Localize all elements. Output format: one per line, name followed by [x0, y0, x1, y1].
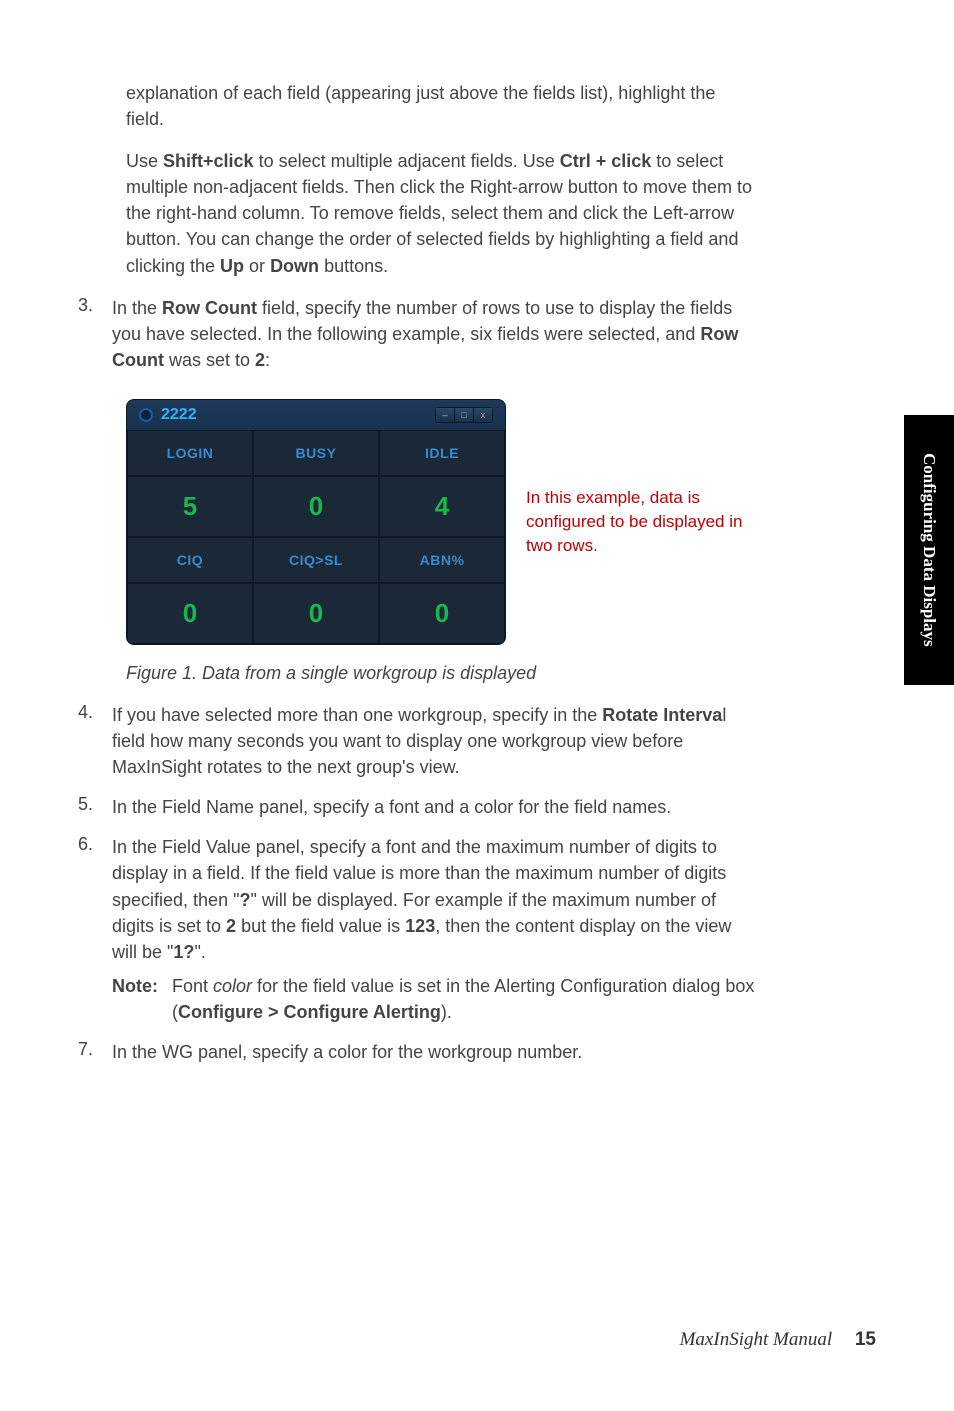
text: ". — [194, 942, 205, 962]
configure-path-bold: Configure > Configure Alerting — [178, 1002, 441, 1022]
cell-value: 4 — [379, 476, 505, 537]
list-item-7: 7. In the WG panel, specify a color for … — [78, 1039, 758, 1065]
text: ). — [441, 1002, 452, 1022]
list-number: 3. — [78, 295, 112, 373]
text: buttons. — [319, 256, 388, 276]
list-number: 4. — [78, 702, 112, 780]
two-bold: 2 — [255, 350, 265, 370]
intro-paragraph: explanation of each field (appearing jus… — [126, 80, 758, 132]
v1q-bold: 1? — [173, 942, 194, 962]
cell-value: 5 — [127, 476, 253, 537]
two-bold: 2 — [226, 916, 236, 936]
qmark-bold: ? — [239, 890, 250, 910]
list-number: 6. — [78, 834, 112, 1025]
text: to select multiple adjacent fields. Use — [254, 151, 560, 171]
text: If you have selected more than one workg… — [112, 705, 602, 725]
cell-value: 0 — [379, 583, 505, 644]
list-text: If you have selected more than one workg… — [112, 702, 758, 780]
dashboard-titlebar: 2222 – □ x — [127, 400, 505, 430]
cell-value: 0 — [253, 476, 379, 537]
list-text: In the Row Count field, specify the numb… — [112, 295, 758, 373]
v123-bold: 123 — [405, 916, 435, 936]
note-block: Note: Font color for the field value is … — [112, 973, 758, 1025]
shiftclick-paragraph: Use Shift+click to select multiple adjac… — [126, 148, 758, 278]
cell-label: CIQ — [127, 537, 253, 583]
list-number: 7. — [78, 1039, 112, 1065]
list-text: In the WG panel, specify a color for the… — [112, 1039, 758, 1065]
figure-wrap: 2222 – □ x LOGIN BUSY IDLE 5 0 4 CIQ — [126, 399, 758, 645]
cell-value: 0 — [127, 583, 253, 644]
row-count-bold: Row Count — [162, 298, 257, 318]
figure-caption: Figure 1. Data from a single workgroup i… — [126, 663, 758, 684]
text: Use — [126, 151, 163, 171]
list-item-6: 6. In the Field Value panel, specify a f… — [78, 834, 758, 1025]
list-item-4: 4. If you have selected more than one wo… — [78, 702, 758, 780]
titlebar-left: 2222 — [139, 406, 197, 424]
text: Font — [172, 976, 213, 996]
cell-label: CIQ>SL — [253, 537, 379, 583]
note-text: Font color for the field value is set in… — [172, 973, 758, 1025]
text: In the — [112, 298, 162, 318]
side-tab-label: Configuring Data Displays — [919, 453, 939, 647]
cell-label: IDLE — [379, 430, 505, 476]
close-icon[interactable]: x — [474, 408, 492, 422]
text: was set to — [164, 350, 255, 370]
status-circle-icon — [139, 408, 153, 422]
list-item-3: 3. In the Row Count field, specify the n… — [78, 295, 758, 373]
cell-value: 0 — [253, 583, 379, 644]
maximize-icon[interactable]: □ — [455, 408, 473, 422]
page-footer: MaxInSight Manual 15 — [680, 1329, 876, 1351]
list-text: In the Field Name panel, specify a font … — [112, 794, 758, 820]
up-bold: Up — [220, 256, 244, 276]
color-italic: color — [213, 976, 252, 996]
note-label: Note: — [112, 973, 172, 1025]
side-tab: Configuring Data Displays — [904, 415, 954, 685]
minimize-icon[interactable]: – — [436, 408, 454, 422]
down-bold: Down — [270, 256, 319, 276]
text: field how many seconds you want to displ… — [112, 731, 683, 777]
window-title: 2222 — [161, 406, 197, 424]
rotate-interval-bold: Rotate Interva — [602, 705, 722, 725]
text: or — [244, 256, 270, 276]
figure-annotation: In this example, data is configured to b… — [526, 486, 756, 557]
text: but the field value is — [236, 916, 405, 936]
cell-label: BUSY — [253, 430, 379, 476]
list-number: 5. — [78, 794, 112, 820]
footer-page-number: 15 — [855, 1329, 876, 1350]
footer-title: MaxInSight Manual — [680, 1329, 833, 1350]
window-buttons: – □ x — [435, 407, 493, 423]
dashboard-grid: LOGIN BUSY IDLE 5 0 4 CIQ CIQ>SL ABN% 0 … — [127, 430, 505, 644]
cell-label: LOGIN — [127, 430, 253, 476]
text: : — [265, 350, 270, 370]
text: l — [722, 705, 726, 725]
dashboard-window: 2222 – □ x LOGIN BUSY IDLE 5 0 4 CIQ — [126, 399, 506, 645]
list-text: In the Field Value panel, specify a font… — [112, 834, 758, 1025]
list-item-5: 5. In the Field Name panel, specify a fo… — [78, 794, 758, 820]
shift-click-bold: Shift+click — [163, 151, 254, 171]
ctrl-click-bold: Ctrl + click — [560, 151, 652, 171]
cell-label: ABN% — [379, 537, 505, 583]
